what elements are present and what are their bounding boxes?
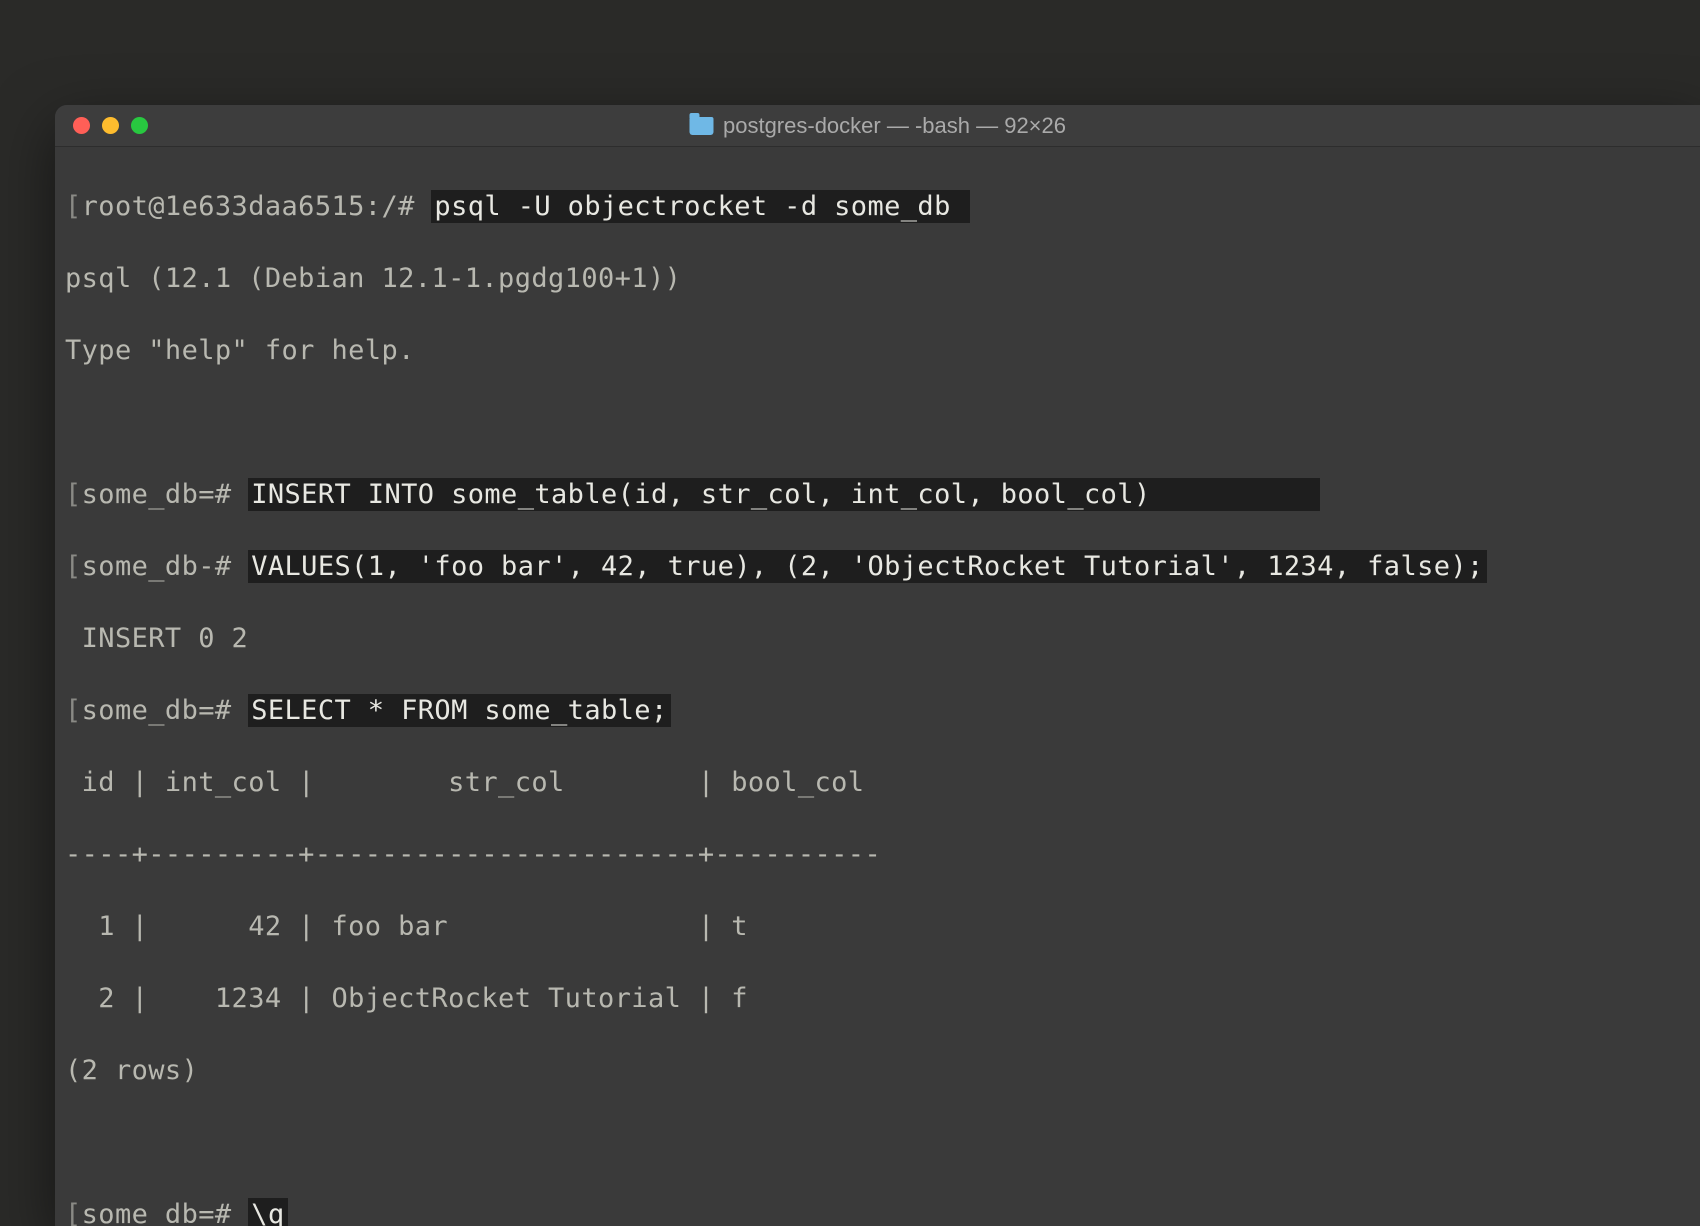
terminal-line: [some_db=# INSERT INTO some_table(id, st… <box>65 477 1690 513</box>
command-text: VALUES(1, 'foo bar', 42, true), (2, 'Obj… <box>248 550 1487 583</box>
bracket: [ <box>65 1199 82 1226</box>
bracket: [ <box>65 695 82 726</box>
terminal-line: [some_db-# VALUES(1, 'foo bar', 42, true… <box>65 549 1690 585</box>
prompt-psql: some_db=# <box>82 479 249 510</box>
terminal-line: Type "help" for help. <box>65 333 1690 369</box>
bracket: [ <box>65 191 82 222</box>
window-title-container: postgres-docker — -bash — 92×26 <box>689 113 1066 139</box>
prompt-psql: some_db=# <box>82 1199 249 1226</box>
terminal-line <box>65 1125 1690 1161</box>
table-header: id | int_col | str_col | bool_col <box>65 765 1690 801</box>
command-text: SELECT * FROM some_table; <box>248 694 670 727</box>
terminal-window: postgres-docker — -bash — 92×26 [root@1e… <box>55 105 1700 1226</box>
terminal-line: psql (12.1 (Debian 12.1-1.pgdg100+1)) <box>65 261 1690 297</box>
minimize-button[interactable] <box>102 117 119 134</box>
table-row: 2 | 1234 | ObjectRocket Tutorial | f <box>65 981 1690 1017</box>
folder-icon <box>689 117 713 135</box>
terminal-line: (2 rows) <box>65 1053 1690 1089</box>
terminal-line: [root@1e633daa6515:/# psql -U objectrock… <box>65 189 1690 225</box>
command-text: INSERT INTO some_table(id, str_col, int_… <box>248 478 1320 511</box>
table-row: 1 | 42 | foo bar | t <box>65 909 1690 945</box>
terminal-line <box>65 405 1690 441</box>
close-button[interactable] <box>73 117 90 134</box>
maximize-button[interactable] <box>131 117 148 134</box>
prompt-psql: some_db=# <box>82 695 249 726</box>
terminal-line: INSERT 0 2 <box>65 621 1690 657</box>
command-text: \q <box>248 1198 287 1226</box>
bracket: [ <box>65 479 82 510</box>
traffic-lights <box>73 117 148 134</box>
bracket: [ <box>65 551 82 582</box>
table-separator: ----+---------+-----------------------+-… <box>65 837 1690 873</box>
prompt-root: root@1e633daa6515:/# <box>82 191 432 222</box>
window-title: postgres-docker — -bash — 92×26 <box>723 113 1066 139</box>
title-bar: postgres-docker — -bash — 92×26 <box>55 105 1700 147</box>
terminal-line: [some_db=# SELECT * FROM some_table; <box>65 693 1690 729</box>
prompt-psql: some_db-# <box>82 551 249 582</box>
command-text: psql -U objectrocket -d some_db <box>431 190 970 223</box>
terminal-line: [some_db=# \q <box>65 1197 1690 1226</box>
terminal-body[interactable]: [root@1e633daa6515:/# psql -U objectrock… <box>55 147 1700 1226</box>
